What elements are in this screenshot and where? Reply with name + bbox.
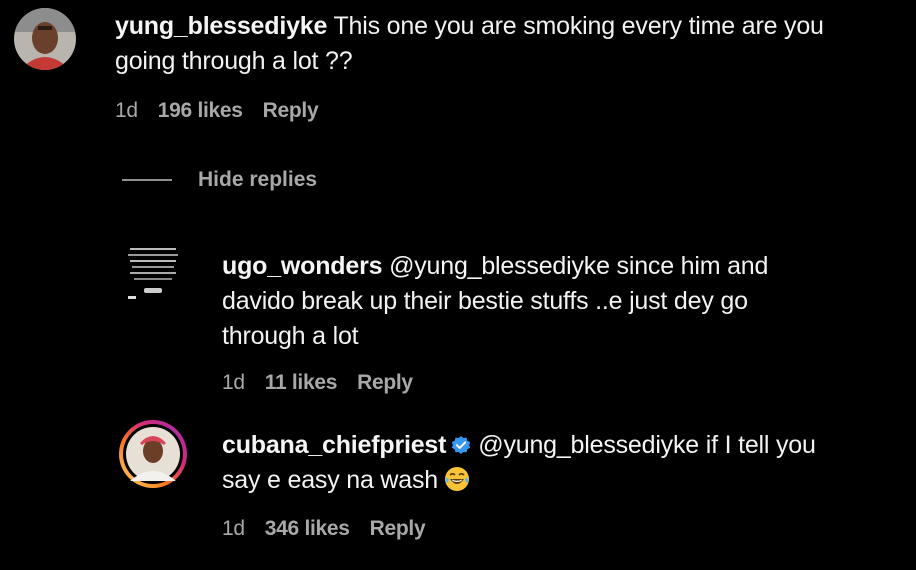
reply-button[interactable]: Reply — [370, 517, 426, 541]
comment-username[interactable]: yung_blessediyke — [115, 12, 327, 40]
reply-text-line1: since him and — [616, 252, 769, 280]
comment-yung-blessediyke: yung_blessediyke This one you are smokin… — [0, 0, 916, 140]
laughing-emoji-icon — [444, 467, 469, 491]
mention-link[interactable]: @yung_blessediyke — [389, 252, 610, 280]
comment-body: yung_blessediyke This one you are smokin… — [115, 9, 905, 79]
avatar[interactable] — [120, 240, 186, 306]
reply-text-line1: if I tell you — [705, 431, 816, 459]
reply-text-line3: through a lot — [222, 322, 359, 350]
reply-meta: 1d 11 likes Reply — [222, 371, 413, 395]
reply-body: cubana_chiefpriest @yung_blessediyke if … — [222, 428, 912, 498]
reply-time: 1d — [222, 517, 245, 540]
hide-replies-label: Hide replies — [198, 168, 318, 191]
thread-line — [122, 179, 172, 181]
profile-photo-icon — [14, 8, 76, 70]
avatar[interactable] — [118, 419, 188, 489]
reply-cubana-chiefpriest: cubana_chiefpriest @yung_blessediyke if … — [0, 415, 916, 570]
comment-text-line1: This one you are smoking every time are … — [333, 12, 824, 40]
verified-badge-icon — [452, 436, 471, 454]
reply-button[interactable]: Reply — [357, 371, 413, 395]
reply-username[interactable]: ugo_wonders — [222, 252, 383, 280]
reply-text-line2: davido break up their bestie stuffs ..e … — [222, 287, 748, 315]
reply-meta: 1d 346 likes Reply — [222, 517, 426, 541]
story-ring-avatar-icon — [119, 420, 187, 488]
comment-meta: 1d 196 likes Reply — [115, 99, 319, 123]
mention-link[interactable]: @yung_blessediyke — [478, 431, 699, 459]
reply-username[interactable]: cubana_chiefpriest — [222, 431, 446, 459]
reply-button[interactable]: Reply — [263, 99, 319, 123]
text-image-avatar-icon — [120, 240, 186, 306]
comment-time: 1d — [115, 99, 138, 122]
reply-time: 1d — [222, 371, 245, 394]
hide-replies-button[interactable]: Hide replies — [122, 168, 317, 192]
reply-likes[interactable]: 11 likes — [265, 371, 338, 395]
comment-text-line2: going through a lot ?? — [115, 47, 353, 75]
reply-likes[interactable]: 346 likes — [265, 517, 350, 541]
avatar[interactable] — [14, 8, 76, 70]
reply-body: ugo_wonders @yung_blessediyke since him … — [222, 249, 902, 354]
reply-ugo-wonders: ugo_wonders @yung_blessediyke since him … — [0, 240, 916, 410]
comment-likes[interactable]: 196 likes — [158, 99, 243, 123]
reply-text-line2: say e easy na wash — [222, 466, 438, 494]
